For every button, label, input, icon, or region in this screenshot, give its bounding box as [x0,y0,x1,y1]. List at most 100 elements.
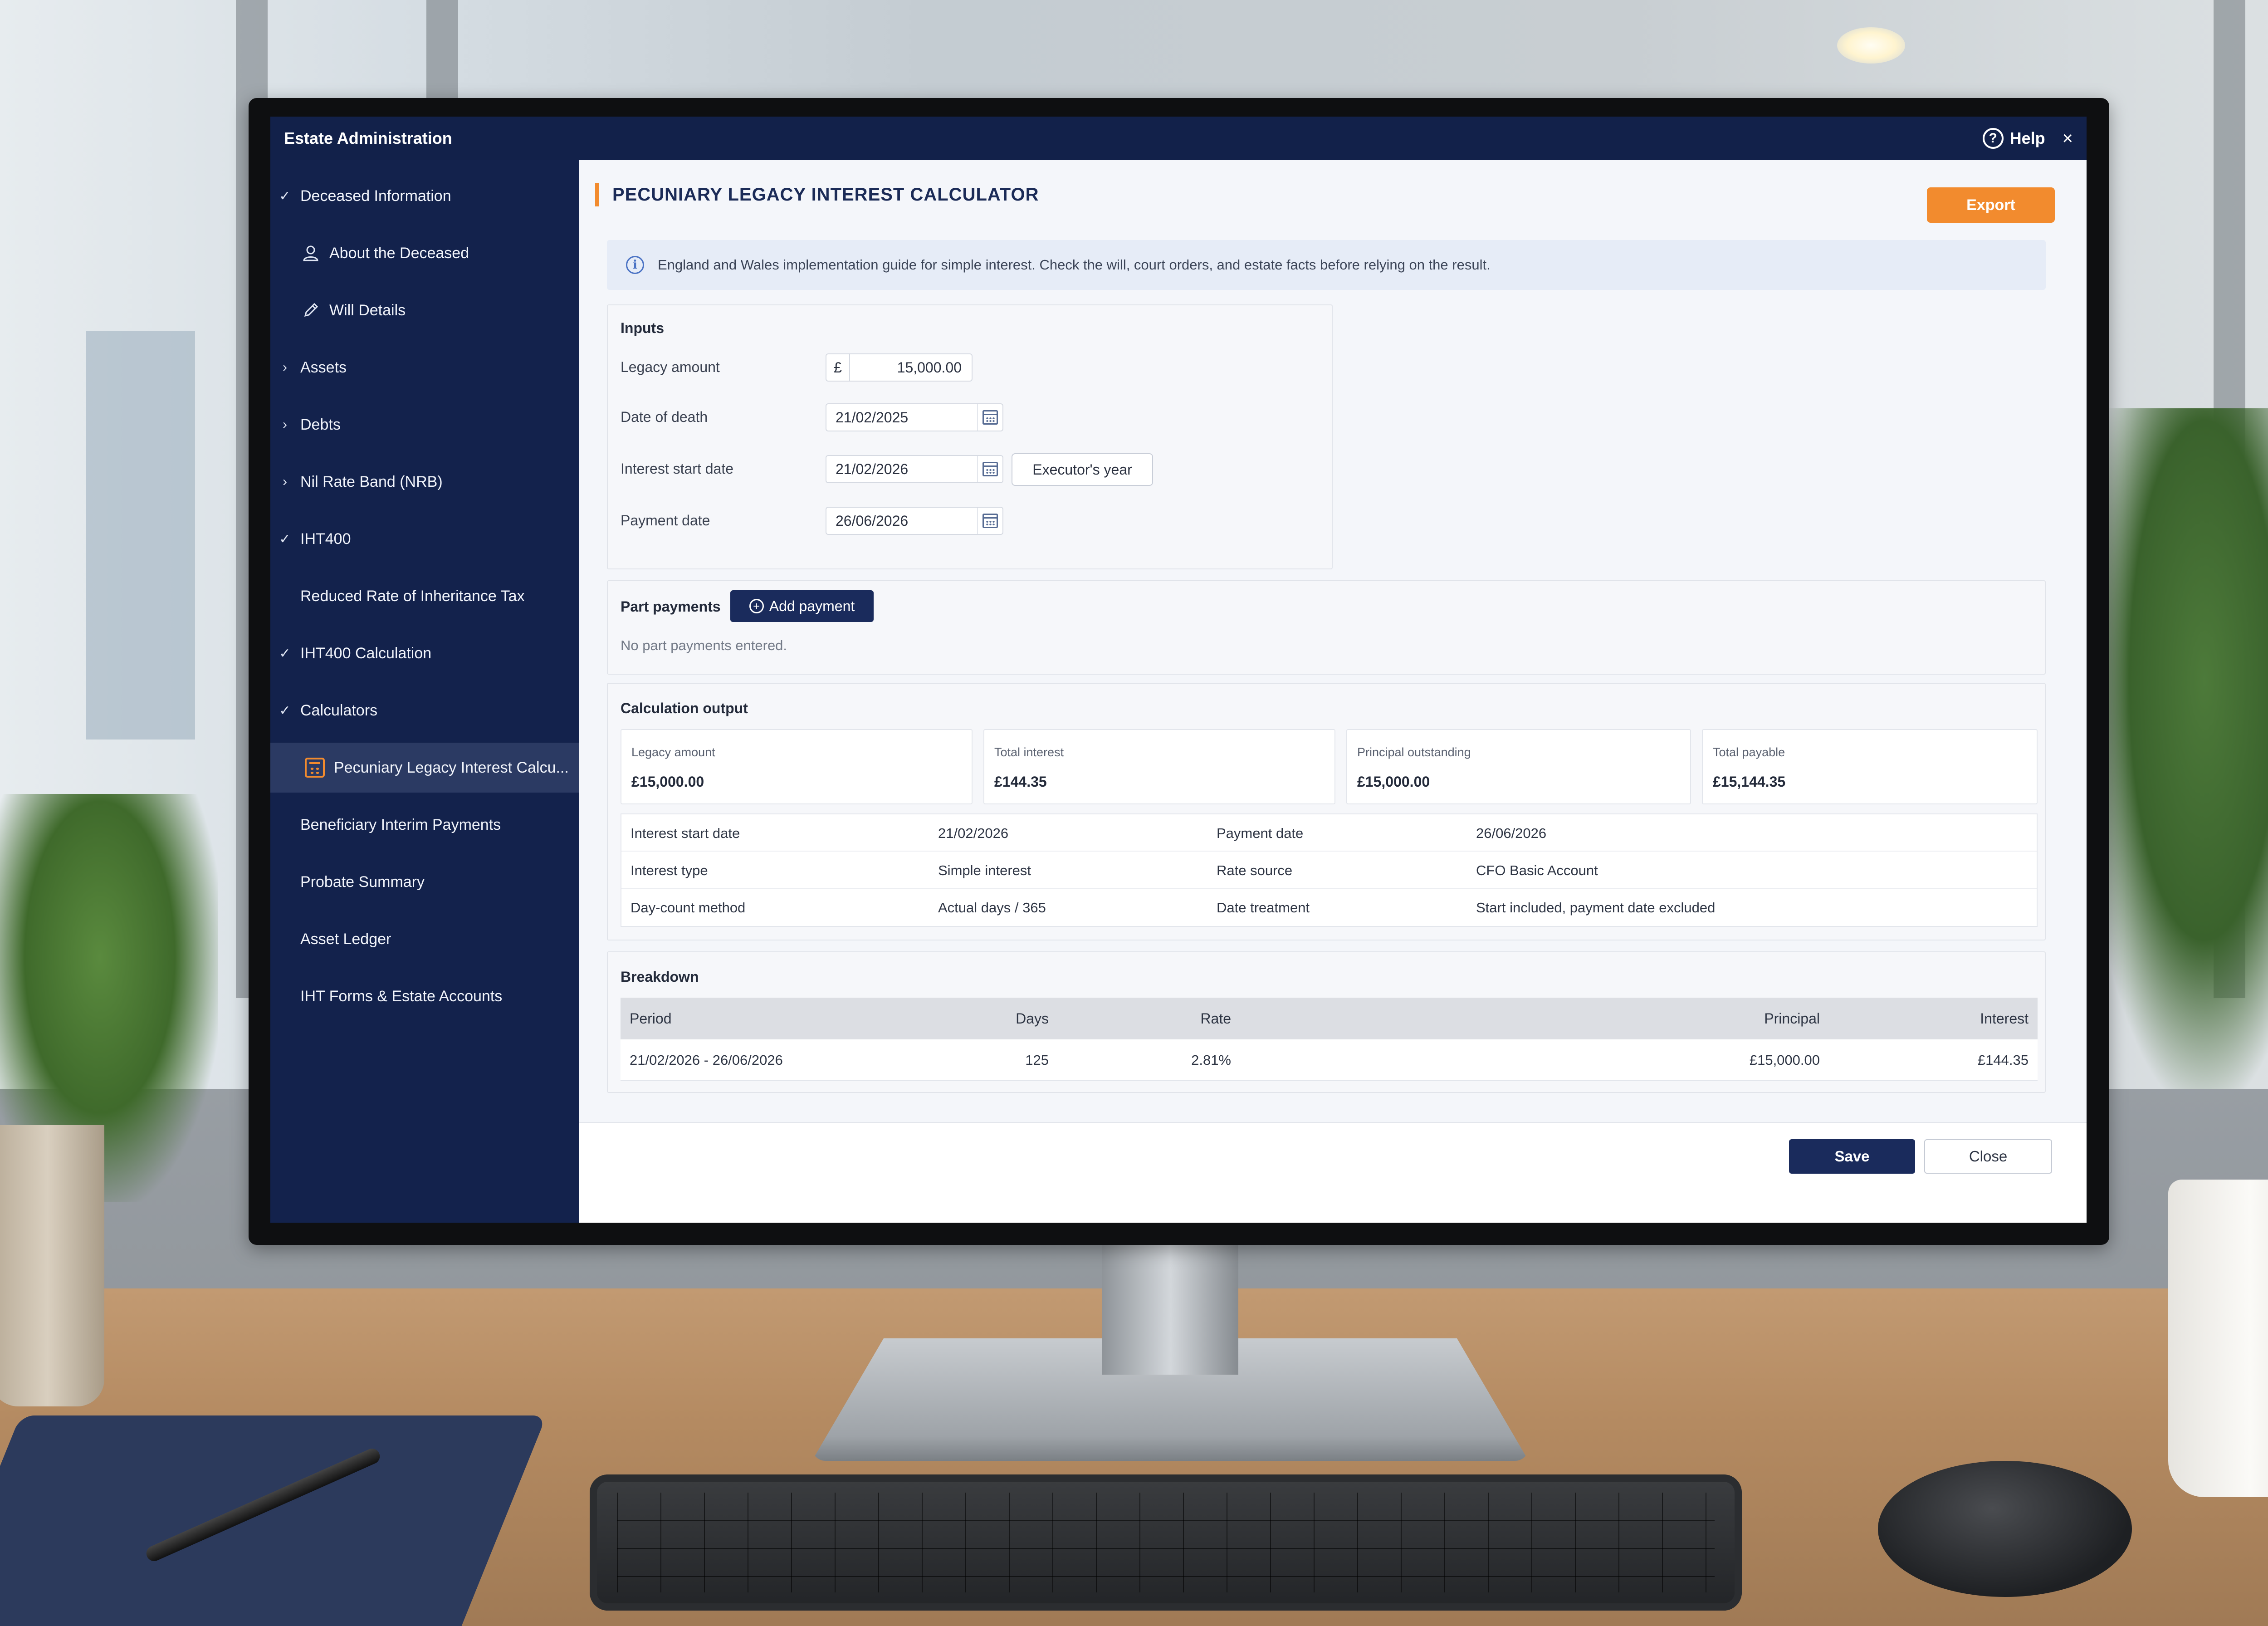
sidebar-item-calculators[interactable]: ✓ Calculators [270,686,579,735]
rate-cell: 2.81% [1191,1052,1231,1068]
sidebar-item-label: Calculators [300,701,378,719]
interest-cell: £144.35 [1977,1052,2028,1068]
help-button[interactable]: ? Help [1982,128,2045,149]
sidebar-item-will-details[interactable]: Will Details [270,285,579,335]
save-button[interactable]: Save [1789,1139,1915,1174]
person-icon [300,243,321,264]
add-payment-button[interactable]: + Add payment [730,590,874,622]
pen-icon [300,300,321,321]
sidebar-item-label: Will Details [329,301,406,319]
detail-row: Interest type Simple interest Rate sourc… [621,852,2037,889]
app-title: Estate Administration [284,129,452,147]
sidebar-item-label: IHT Forms & Estate Accounts [300,987,503,1005]
kpi-value: £15,000.00 [1357,774,1430,790]
column-header: Principal [1764,1010,1820,1027]
sidebar-item-iht400[interactable]: ✓ IHT400 [270,514,579,564]
calculation-output-panel: Calculation output Legacy amount £15,000… [607,683,2046,940]
detail-row: Interest start date 21/02/2026 Payment d… [621,814,2037,852]
sidebar-item-assets[interactable]: › Assets [270,343,579,392]
payment-date-field[interactable]: 26/06/2026 [826,507,1003,535]
interest-start-date-field[interactable]: 21/02/2026 [826,455,1003,483]
days-cell: 125 [1025,1052,1049,1068]
sidebar-item-iht400-calculation[interactable]: ✓ IHT400 Calculation [270,628,579,678]
column-header: Period [630,1010,672,1027]
sidebar-item-about-the-deceased[interactable]: About the Deceased [270,228,579,278]
payment-date-label: Payment date [621,512,710,529]
title-accent [595,183,599,206]
sidebar-item-nil-rate-band[interactable]: › Nil Rate Band (NRB) [270,457,579,507]
payment-date-value: 26/06/2026 [836,512,909,529]
sidebar-item-label: Nil Rate Band (NRB) [300,473,443,490]
page-title: PECUNIARY LEGACY INTEREST CALCULATOR [612,184,1039,205]
notebook [0,1415,547,1626]
column-header: Rate [1200,1010,1231,1027]
interest-start-date-value: 21/02/2026 [836,460,909,477]
check-icon: ✓ [279,703,291,718]
detail-key: Date treatment [1217,900,1310,916]
detail-row: Day-count method Actual days / 365 Date … [621,889,2037,926]
kpi-value: £15,144.35 [1713,774,1786,790]
principal-cell: £15,000.00 [1749,1052,1820,1068]
sidebar-item-probate-summary[interactable]: Probate Summary [270,857,579,907]
detail-value: 21/02/2026 [938,825,1009,841]
sidebar-item-label: Probate Summary [300,873,425,891]
interest-start-date-label: Interest start date [621,460,734,477]
close-button[interactable]: Close [1924,1139,2052,1174]
column-header: Days [1016,1010,1049,1027]
info-banner: i England and Wales implementation guide… [607,240,2046,290]
check-icon: ✓ [279,646,291,661]
sidebar-item-beneficiary-interim-payments[interactable]: Beneficiary Interim Payments [270,800,579,850]
detail-value: Simple interest [938,862,1031,878]
calculator-icon [305,758,325,778]
part-payments-empty-text: No part payments entered. [621,637,787,653]
app-screen: Estate Administration ? Help × ✓ Decease… [270,117,2087,1223]
check-icon: ✓ [279,188,291,204]
plant-right [2087,408,2268,1089]
part-payments-heading: Part payments [621,598,721,615]
ceiling-light [1837,27,1905,64]
sidebar-item-deceased-information[interactable]: ✓ Deceased Information [270,171,579,221]
legacy-amount-field[interactable]: £ 15,000.00 [826,353,973,382]
calculation-output-heading: Calculation output [621,700,748,716]
sidebar-item-label: IHT400 [300,530,351,548]
check-icon: ✓ [279,531,291,547]
coffee-mug [2168,1180,2268,1497]
main-content: PECUNIARY LEGACY INTEREST CALCULATOR Exp… [579,160,2087,1223]
sidebar-item-iht-forms[interactable]: IHT Forms & Estate Accounts [270,971,579,1021]
sidebar-item-pecuniary-legacy-calculator[interactable]: Pecuniary Legacy Interest Calcu... [270,743,579,793]
sidebar-item-label: Deceased Information [300,187,451,205]
monitor-stand-neck [1102,1239,1238,1375]
kpi-card-legacy-amount: Legacy amount £15,000.00 [621,729,973,804]
close-window-icon[interactable]: × [2063,128,2073,149]
page-header: PECUNIARY LEGACY INTEREST CALCULATOR [595,183,1039,206]
executors-year-button[interactable]: Executor's year [1012,453,1153,486]
detail-key: Interest type [631,862,708,878]
sidebar-item-debts[interactable]: › Debts [270,400,579,450]
inputs-panel: Inputs Legacy amount £ 15,000.00 Date of… [607,304,1333,569]
sidebar-item-asset-ledger[interactable]: Asset Ledger [270,914,579,964]
calendar-icon[interactable] [977,508,1002,534]
breakdown-table: Period Days Rate Principal Interest 21/0… [621,998,2038,1081]
mouse [1878,1461,2132,1597]
chevron-right-icon: › [283,360,287,375]
date-of-death-label: Date of death [621,409,708,425]
kpi-label: Legacy amount [631,745,715,759]
chevron-right-icon: › [283,474,287,489]
calendar-icon[interactable] [977,456,1002,482]
date-of-death-field[interactable]: 21/02/2025 [826,403,1003,431]
kpi-value: £144.35 [994,774,1047,790]
legacy-amount-value: 15,000.00 [897,359,962,376]
detail-value: Actual days / 365 [938,900,1046,916]
sidebar-item-label: Beneficiary Interim Payments [300,816,501,833]
kpi-card-total-payable: Total payable £15,144.35 [1702,729,2038,804]
calendar-icon[interactable] [977,404,1002,431]
info-banner-text: England and Wales implementation guide f… [658,257,1491,273]
legacy-amount-label: Legacy amount [621,359,720,375]
export-button[interactable]: Export [1927,187,2055,223]
sidebar-item-label: Assets [300,358,347,376]
detail-key: Rate source [1217,862,1293,878]
sidebar-item-label: About the Deceased [329,244,469,262]
kpi-label: Principal outstanding [1357,745,1471,759]
sidebar-item-reduced-rate[interactable]: Reduced Rate of Inheritance Tax [270,571,579,621]
help-icon: ? [1982,128,2004,149]
